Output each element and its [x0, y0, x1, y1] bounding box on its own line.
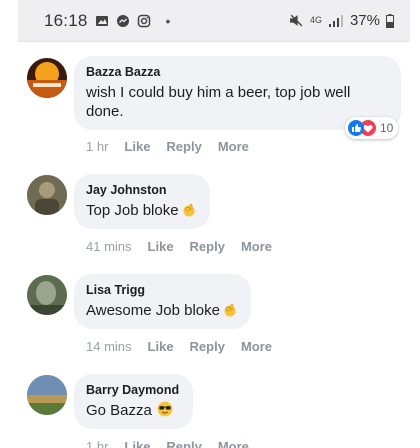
more-notifications-icon: • — [165, 12, 171, 29]
instagram-icon — [137, 14, 150, 27]
comment-text-content: Awesome Job bloke — [86, 302, 220, 319]
avatar[interactable] — [27, 58, 67, 98]
comment-timestamp: 1 hr — [86, 439, 109, 448]
comment-actions: 1 hr Like Reply More — [86, 439, 249, 448]
comment-text-content: Top Job bloke — [86, 202, 179, 219]
like-button[interactable]: Like — [148, 239, 174, 254]
like-button[interactable]: Like — [148, 339, 174, 354]
reply-button[interactable]: Reply — [190, 239, 225, 254]
messenger-icon — [116, 14, 129, 27]
like-button[interactable]: Like — [124, 139, 150, 154]
avatar[interactable] — [27, 375, 67, 415]
ok-hand-emoji — [183, 203, 195, 217]
more-button[interactable]: More — [218, 439, 249, 448]
more-button[interactable]: More — [241, 239, 272, 254]
comment-author[interactable]: Lisa Trigg — [86, 282, 237, 298]
avatar[interactable] — [27, 175, 67, 215]
comment-author[interactable]: Jay Johnston — [86, 182, 196, 198]
mute-icon — [290, 14, 303, 27]
comment-author[interactable]: Bazza Bazza — [86, 64, 387, 80]
comment-text: wish I could buy him a beer, top job wel… — [86, 84, 351, 120]
comment-actions: 14 mins Like Reply More — [86, 339, 272, 354]
comment-text: Top Job bloke — [86, 201, 196, 220]
battery-percent: 37% — [349, 12, 380, 29]
reply-button[interactable]: Reply — [166, 439, 201, 448]
gallery-icon — [95, 15, 108, 26]
avatar[interactable] — [27, 275, 67, 315]
comment-actions: 41 mins Like Reply More — [86, 239, 272, 254]
comment-timestamp: 14 mins — [86, 339, 132, 354]
comment-bubble: Jay Johnston Top Job bloke — [74, 174, 210, 229]
reaction-count: 10 — [380, 121, 394, 135]
more-button[interactable]: More — [241, 339, 272, 354]
comment-text: Awesome Job bloke — [86, 301, 237, 320]
reply-button[interactable]: Reply — [166, 139, 201, 154]
network-type: 4G — [309, 15, 322, 25]
more-button[interactable]: More — [218, 139, 249, 154]
reaction-summary[interactable]: 10 — [345, 117, 399, 139]
reply-button[interactable]: Reply — [190, 339, 225, 354]
comment-bubble: Barry Daymond Go Bazza — [74, 374, 194, 429]
comment-bubble: Lisa Trigg Awesome Job bloke — [74, 274, 251, 329]
signal-icon — [328, 14, 343, 27]
comment-text: Go Bazza — [86, 401, 179, 420]
comment-timestamp: 41 mins — [86, 239, 132, 254]
comment-author[interactable]: Barry Daymond — [86, 382, 179, 398]
like-button[interactable]: Like — [124, 439, 150, 448]
status-bar: 16:18 • 4G 37% — [18, 0, 410, 42]
like-reaction-icon — [348, 120, 364, 136]
ok-hand-emoji — [224, 303, 236, 317]
comment-actions: 1 hr Like Reply More — [86, 139, 249, 154]
comment-text-content: Go Bazza — [86, 402, 152, 419]
comment-timestamp: 1 hr — [86, 139, 109, 154]
sunglasses-emoji — [157, 401, 173, 417]
status-time: 16:18 — [44, 10, 88, 30]
battery-icon — [386, 13, 394, 28]
